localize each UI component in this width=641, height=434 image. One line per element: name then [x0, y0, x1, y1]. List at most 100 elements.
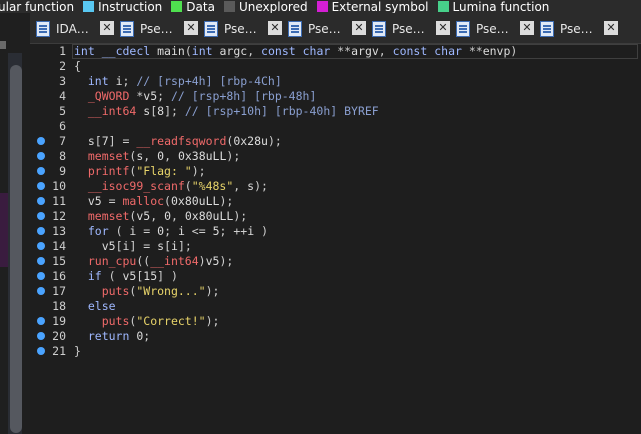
- line-number: 7: [59, 134, 66, 148]
- tab-pseudocode-b[interactable]: Pse… ✕: [200, 18, 284, 40]
- external-symbol-region: [0, 193, 8, 267]
- legend-regular-function-label: ular function: [0, 0, 75, 13]
- code-line[interactable]: puts("Wrong...");: [74, 284, 220, 299]
- tab-ida-view[interactable]: IDA… ✕: [32, 18, 116, 40]
- code-line[interactable]: v5 = malloc(0x80uLL);: [74, 194, 233, 209]
- tab-bar: IDA… ✕ Pse… ✕ Pse… ✕ Pse… ✕ Pse… ✕ Pse… …: [30, 13, 641, 44]
- document-icon: [288, 21, 302, 37]
- code-line[interactable]: _QWORD *v5; // [rsp+8h] [rbp-48h]: [74, 89, 317, 104]
- code-line[interactable]: s[7] = __readfsqword(0x28u);: [74, 134, 282, 149]
- code-line[interactable]: int __cdecl main(int argc, const char **…: [74, 44, 517, 59]
- external-symbol-swatch-icon: [316, 1, 328, 12]
- line-number: 10: [52, 179, 66, 193]
- code-line[interactable]: for ( i = 0; i <= 5; ++i ): [74, 224, 268, 239]
- tab-label: Pse…: [308, 22, 341, 36]
- pseudocode-editor[interactable]: 1 2 3 4 5 6 7 8 9 10 11 12 13 14 15 16 17 18 19 20 21 int __…: [30, 44, 641, 434]
- line-number: 14: [52, 239, 66, 253]
- document-icon: [120, 21, 134, 37]
- tab-label: IDA…: [56, 22, 89, 36]
- tab-pseudocode-f[interactable]: Pse… ✕: [536, 18, 620, 40]
- code-line[interactable]: }: [74, 344, 81, 359]
- tab-pseudocode-a[interactable]: Pse… ✕: [116, 18, 200, 40]
- legend-instruction: Instruction: [83, 1, 162, 13]
- legend-lumina-function: Lumina function: [437, 0, 550, 13]
- tab-close-icon[interactable]: ✕: [604, 21, 618, 35]
- line-number: 16: [52, 269, 66, 283]
- tab-label: Pse…: [140, 22, 173, 36]
- breakpoint-dot-icon[interactable]: [37, 257, 45, 265]
- line-number: 3: [59, 74, 66, 88]
- breakpoint-dot-icon[interactable]: [37, 167, 45, 175]
- legend-regular-function: ular function: [0, 1, 74, 13]
- tab-label: Pse…: [392, 22, 425, 36]
- legend-instruction-label: Instruction: [98, 0, 163, 13]
- code-line[interactable]: int i; // [rsp+4h] [rbp-4Ch]: [74, 74, 282, 89]
- left-panel: [0, 13, 30, 434]
- line-number: 6: [59, 119, 66, 133]
- breakpoint-dot-icon[interactable]: [37, 137, 45, 145]
- document-icon: [372, 21, 386, 37]
- code-line[interactable]: if ( v5[15] ): [74, 269, 178, 284]
- code-area[interactable]: int __cdecl main(int argc, const char **…: [72, 44, 641, 434]
- line-number: 5: [59, 104, 66, 118]
- code-line[interactable]: __isoc99_scanf("%48s", s);: [74, 179, 268, 194]
- breakpoint-dot-icon[interactable]: [37, 332, 45, 340]
- line-number: 19: [52, 314, 66, 328]
- document-icon: [540, 21, 554, 37]
- tab-close-icon[interactable]: ✕: [268, 21, 282, 35]
- code-line[interactable]: return 0;: [74, 329, 150, 344]
- code-line[interactable]: run_cpu((__int64)v5);: [74, 254, 233, 269]
- tab-close-icon[interactable]: ✕: [436, 21, 450, 35]
- tab-close-icon[interactable]: ✕: [184, 21, 198, 35]
- code-line[interactable]: __int64 s[8]; // [rsp+10h] [rbp-40h] BYR…: [74, 104, 379, 119]
- left-scrollbar-thumb[interactable]: [10, 65, 22, 433]
- tab-pseudocode-c[interactable]: Pse… ✕: [284, 18, 368, 40]
- document-icon: [204, 21, 218, 37]
- line-number: 13: [52, 224, 66, 238]
- code-line[interactable]: else: [74, 299, 116, 314]
- code-line[interactable]: v5[i] = s[i];: [74, 239, 192, 254]
- line-number: 8: [59, 149, 66, 163]
- line-number: 18: [52, 299, 66, 313]
- line-number-gutter: 1 2 3 4 5 6 7 8 9 10 11 12 13 14 15 16 17 18 19 20 21: [30, 44, 72, 434]
- tab-pseudocode-e[interactable]: Pse… ✕: [452, 18, 536, 40]
- breakpoint-dot-icon[interactable]: [37, 242, 45, 250]
- code-line[interactable]: memset(v5, 0, 0x80uLL);: [74, 209, 247, 224]
- code-line[interactable]: puts("Correct!");: [74, 314, 220, 329]
- line-number: 12: [52, 209, 66, 223]
- tab-close-icon[interactable]: ✕: [520, 21, 534, 35]
- breakpoint-dot-icon[interactable]: [37, 317, 45, 325]
- line-number: 21: [52, 344, 66, 358]
- breakpoint-dot-icon[interactable]: [37, 152, 45, 160]
- breakpoint-dot-icon[interactable]: [37, 347, 45, 355]
- legend-data-label: Data: [186, 0, 215, 13]
- line-number: 11: [52, 194, 66, 208]
- legend-external-symbol: External symbol: [316, 0, 429, 13]
- document-icon: [456, 21, 470, 37]
- data-swatch-icon: [171, 1, 183, 12]
- breakpoint-dot-icon[interactable]: [37, 287, 45, 295]
- legend-data: Data: [171, 1, 215, 13]
- code-line[interactable]: printf("Flag: ");: [74, 164, 206, 179]
- legend-external-symbol-label: External symbol: [331, 0, 429, 13]
- tab-close-icon[interactable]: ✕: [352, 21, 366, 35]
- document-icon: [36, 21, 50, 37]
- breakpoint-dot-icon[interactable]: [37, 197, 45, 205]
- line-number: 15: [52, 254, 66, 268]
- tab-pseudocode-d[interactable]: Pse… ✕: [368, 18, 452, 40]
- legend-unexplored-label: Unexplored: [238, 0, 308, 13]
- line-number: 20: [52, 329, 66, 343]
- legend-unexplored: Unexplored: [223, 0, 308, 13]
- legend-lumina-function-label: Lumina function: [452, 0, 550, 13]
- breakpoint-dot-icon[interactable]: [37, 212, 45, 220]
- code-line[interactable]: memset(s, 0, 0x38uLL);: [74, 149, 240, 164]
- line-number: 9: [59, 164, 66, 178]
- breakpoint-dot-icon[interactable]: [37, 182, 45, 190]
- breakpoint-dot-icon[interactable]: [37, 227, 45, 235]
- color-legend: ular function Instruction Data Unexplore…: [0, 0, 641, 13]
- breakpoint-dot-icon[interactable]: [37, 272, 45, 280]
- tab-label: Pse…: [560, 22, 593, 36]
- line-number: 4: [59, 89, 66, 103]
- tab-close-icon[interactable]: ✕: [100, 21, 114, 35]
- code-line[interactable]: {: [74, 59, 81, 74]
